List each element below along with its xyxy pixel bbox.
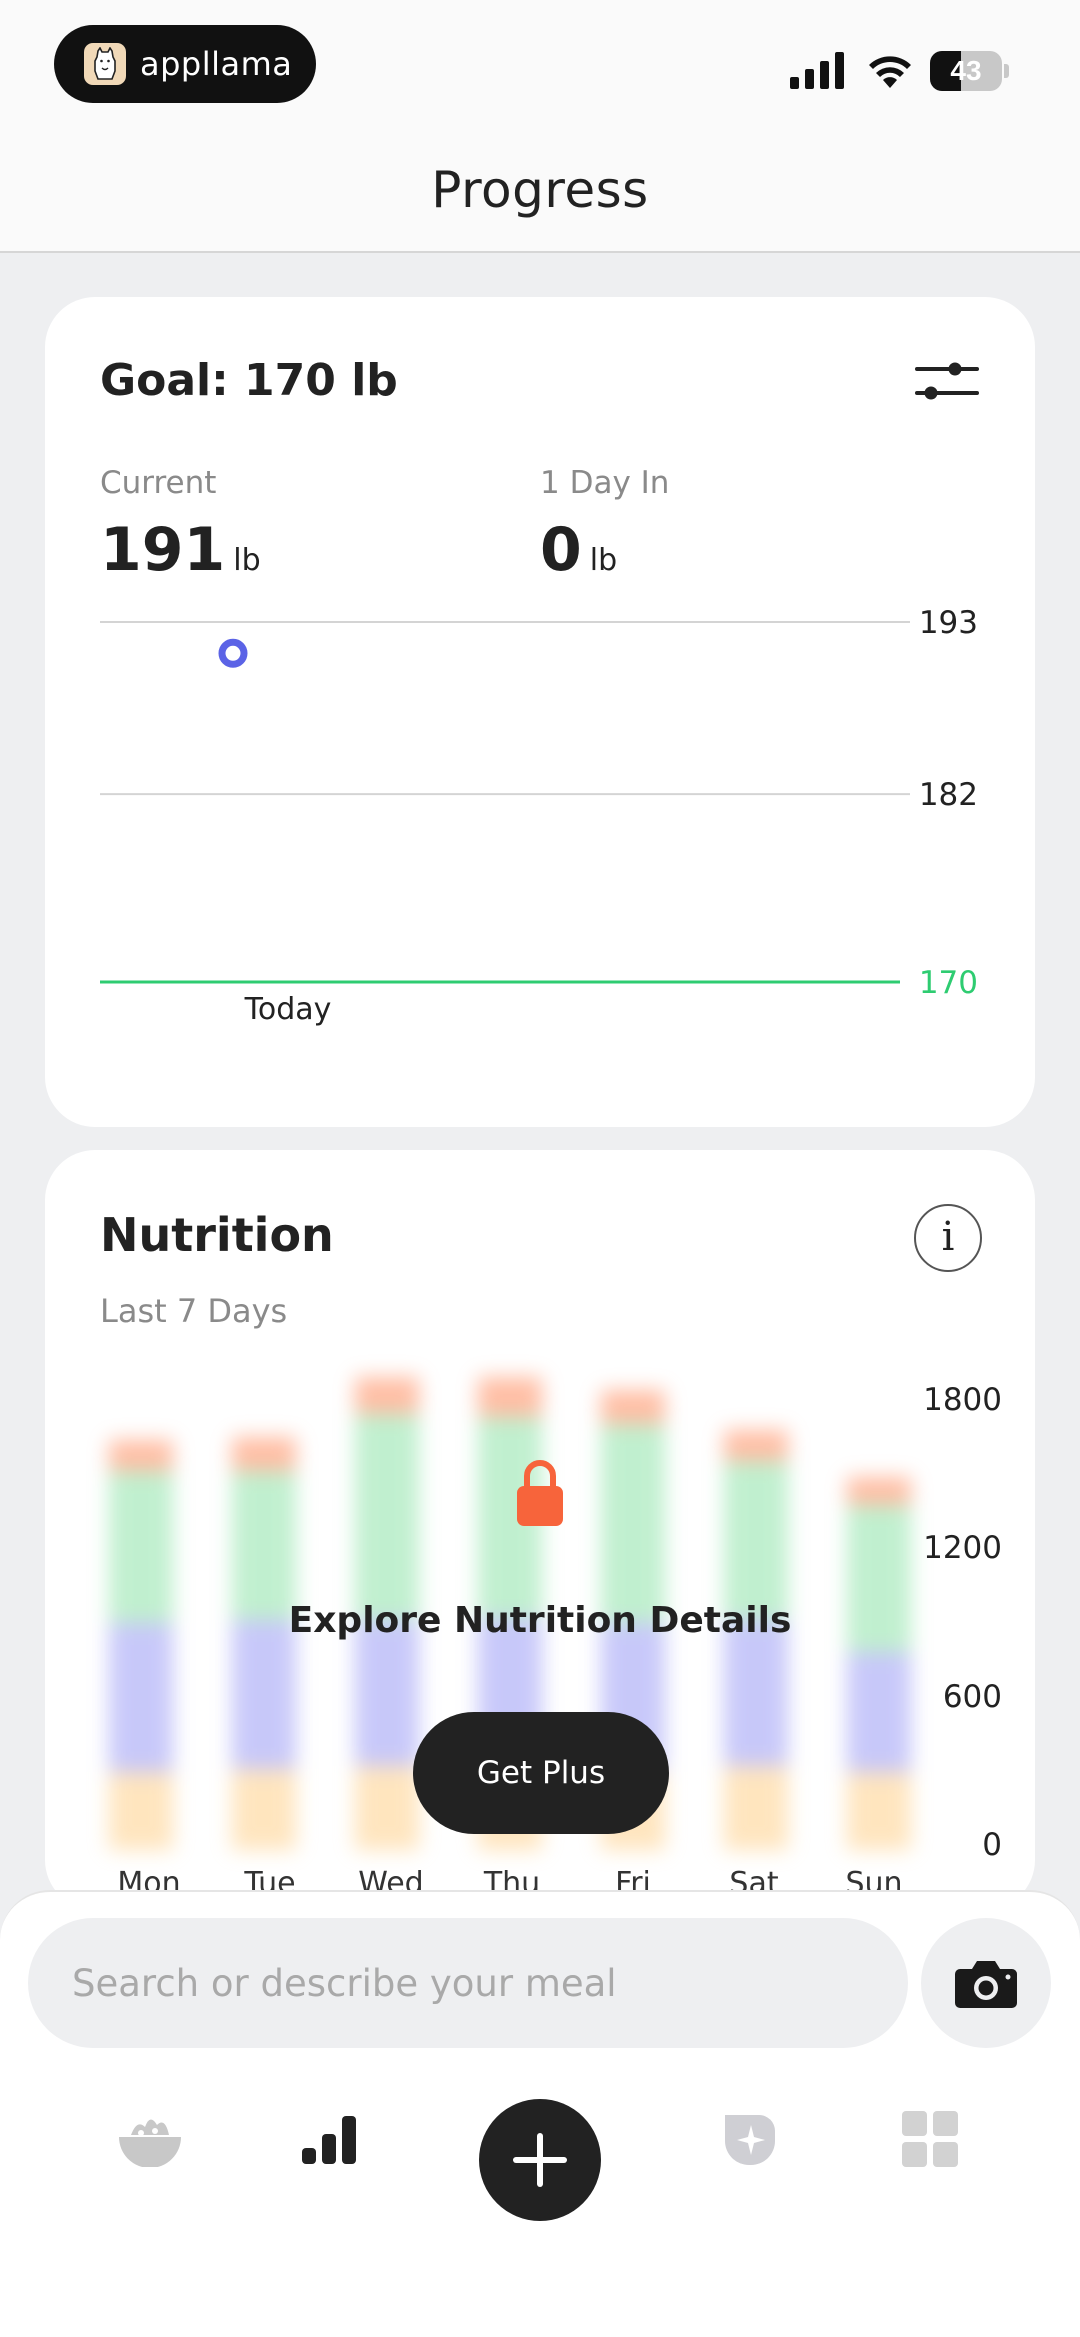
nutrition-bar-segment — [846, 1651, 911, 1772]
days-in-label: 1 Day In — [540, 465, 670, 501]
get-plus-button[interactable]: Get Plus — [413, 1712, 669, 1834]
nav-progress[interactable] — [288, 2097, 372, 2181]
battery-icon: 43 — [930, 51, 1010, 91]
grid-icon — [902, 2111, 958, 2167]
nutrition-bar-segment — [232, 1471, 297, 1621]
nutrition-y-tick: 0 — [982, 1827, 1002, 1863]
days-in-value: 0 — [540, 515, 582, 585]
current-weight-label: Current — [100, 465, 217, 501]
nutrition-title: Nutrition — [100, 1208, 334, 1262]
info-icon[interactable]: i — [914, 1204, 982, 1272]
locked-title: Explore Nutrition Details — [288, 1600, 792, 1641]
food-bowl-icon — [119, 2119, 181, 2167]
camera-button[interactable] — [921, 1918, 1051, 2048]
x-tick-label: Today — [244, 992, 332, 1027]
nutrition-bar-segment — [600, 1424, 665, 1623]
nutrition-card: Nutrition i Last 7 Days 1800 1200 600 0 Mon… — [45, 1150, 1035, 1910]
nav-more[interactable] — [888, 2097, 972, 2181]
goal-title: Goal: 170 lb — [100, 355, 398, 406]
page-header: Progress — [0, 150, 1080, 253]
nutrition-bar-segment — [109, 1771, 174, 1850]
meal-search-input[interactable] — [28, 1918, 908, 2048]
nutrition-bar-segment — [723, 1460, 788, 1621]
nutrition-bar — [846, 1476, 911, 1850]
nutrition-subtitle: Last 7 Days — [100, 1292, 288, 1330]
days-in-unit: lb — [589, 543, 618, 578]
battery-level: 43 — [950, 55, 982, 86]
progress-bars-icon — [302, 2116, 356, 2164]
nutrition-bar-segment — [355, 1766, 420, 1850]
app-badge-label: appllama — [140, 45, 293, 83]
y-tick-label: 193 — [919, 605, 978, 641]
sparkle-badge-icon — [725, 2115, 775, 2165]
days-in-stat: 1 Day In 0 lb — [540, 465, 669, 585]
nutrition-bar-segment — [723, 1620, 788, 1767]
nutrition-bar-segment — [723, 1429, 788, 1461]
add-button[interactable] — [479, 2099, 601, 2221]
nutrition-bar-segment — [723, 1766, 788, 1850]
wifi-icon — [869, 56, 911, 88]
nutrition-bar-segment — [232, 1620, 297, 1770]
current-weight: Current 191 lb — [100, 465, 261, 585]
app-badge[interactable]: appllama — [54, 25, 316, 103]
current-weight-unit: lb — [233, 543, 261, 578]
y-tick-label: 170 — [919, 965, 978, 1001]
add-icon — [513, 2133, 567, 2187]
nutrition-bar-segment — [232, 1437, 297, 1472]
bottom-bar — [0, 1890, 1080, 2337]
sliders-icon[interactable] — [915, 359, 979, 405]
nutrition-bar-segment — [600, 1390, 665, 1425]
nutrition-bar-segment — [232, 1769, 297, 1850]
nutrition-y-tick: 1200 — [923, 1530, 1002, 1567]
weight-chart: 193 182 170 Today — [100, 605, 978, 1027]
meal-search — [28, 1918, 908, 2048]
nutrition-y-tick: 1800 — [923, 1382, 1002, 1418]
nutrition-bar-segment — [109, 1440, 174, 1472]
y-tick-label: 182 — [919, 777, 978, 813]
page-title: Progress — [431, 161, 649, 219]
nutrition-y-tick: 600 — [942, 1678, 1002, 1715]
nutrition-bar-segment — [478, 1377, 542, 1417]
current-weight-value: 191 — [100, 515, 226, 585]
camera-icon — [955, 1961, 1017, 2008]
status-bar: appllama 43 — [0, 0, 1080, 150]
nutrition-bar-segment — [846, 1771, 911, 1850]
lock-icon — [517, 1460, 563, 1526]
nav-food[interactable] — [108, 2097, 192, 2181]
nutrition-bar — [109, 1440, 174, 1850]
nutrition-bar — [232, 1437, 297, 1850]
nutrition-bar-segment — [109, 1622, 174, 1772]
weight-point — [218, 638, 248, 668]
llama-logo-icon — [84, 43, 126, 85]
cellular-signal-icon — [790, 52, 844, 89]
nutrition-bar-segment — [355, 1413, 420, 1621]
goal-card: Goal: 170 lb Current 191 lb 1 Day In 0 lb … — [45, 297, 1035, 1127]
nav-insights[interactable] — [708, 2097, 792, 2181]
nutrition-bar-segment — [846, 1476, 911, 1506]
nutrition-bar-segment — [355, 1620, 420, 1767]
nutrition-bar-segment — [355, 1377, 420, 1414]
